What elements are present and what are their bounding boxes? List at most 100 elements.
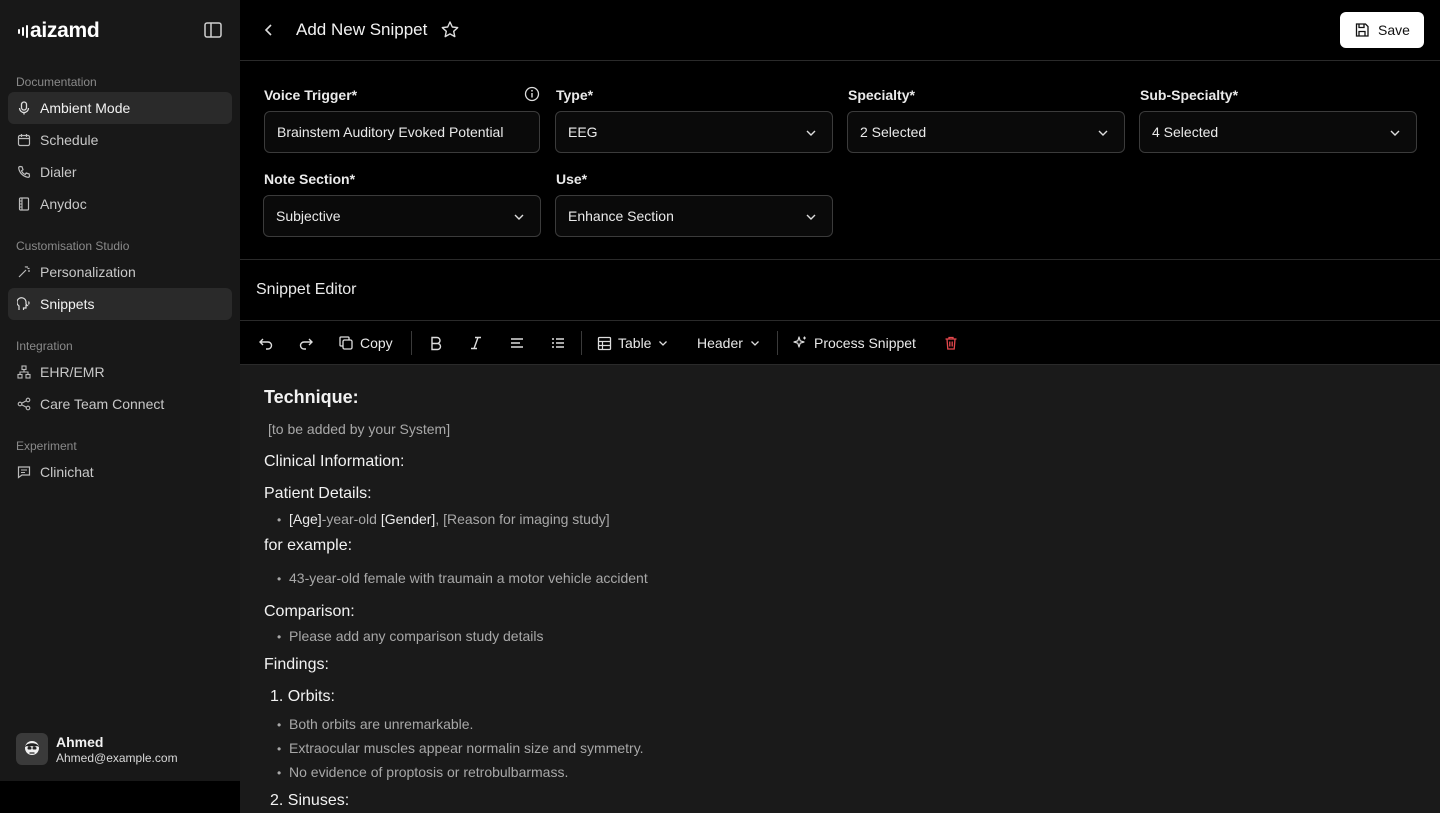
specialty-label: Specialty*	[848, 87, 915, 103]
sidebar-item-dialer[interactable]: Dialer	[8, 156, 232, 188]
network-icon	[16, 364, 32, 380]
sidebar-item-care-team-connect[interactable]: Care Team Connect	[8, 388, 232, 420]
sidebar-item-label: Personalization	[40, 264, 136, 280]
app-logo[interactable]: aizamd	[18, 19, 100, 43]
delete-trash-icon[interactable]	[943, 333, 959, 353]
voice-trigger-input[interactable]: Brainstem Auditory Evoked Potential	[264, 111, 540, 153]
user-profile[interactable]: Ahmed Ahmed@example.com	[16, 733, 178, 765]
comparison-heading: Comparison:	[264, 603, 355, 620]
section-documentation: Documentation	[16, 75, 97, 89]
header-dropdown[interactable]: Header	[697, 333, 761, 353]
type-select[interactable]: EEG	[555, 111, 833, 153]
bullet: •	[277, 630, 282, 644]
orbits-item: Extraocular muscles appear normalin size…	[289, 740, 644, 756]
sidebar-item-label: Schedule	[40, 132, 99, 148]
header-bar: Add New Snippet Save	[240, 0, 1440, 61]
editor-toolbar: Copy Table Header Process Snippet	[240, 321, 1440, 365]
editor-title: Snippet Editor	[256, 281, 357, 298]
bullet: •	[277, 513, 282, 527]
reason-placeholder: , [Reason for imaging study]	[435, 511, 610, 527]
sidebar-item-schedule[interactable]: Schedule	[8, 124, 232, 156]
patient-mid-text: -year-old	[321, 511, 381, 527]
star-icon[interactable]	[440, 20, 460, 40]
gender-placeholder: [Gender]	[380, 511, 436, 527]
redo-icon[interactable]	[298, 333, 314, 353]
avatar	[16, 733, 48, 765]
logo-text: aizamd	[30, 19, 100, 42]
sidebar-item-label: Care Team Connect	[40, 396, 165, 412]
note-section-value: Subjective	[276, 208, 341, 224]
use-value: Enhance Section	[568, 208, 674, 224]
section-integration: Integration	[16, 339, 73, 353]
technique-text: [to be added by your System]	[268, 421, 451, 437]
process-snippet-label: Process Snippet	[814, 335, 916, 351]
comparison-text: Please add any comparison study details	[289, 628, 544, 644]
chevron-down-icon	[659, 341, 668, 346]
process-snippet-button[interactable]: Process Snippet	[792, 333, 916, 353]
chevron-down-icon	[806, 130, 816, 136]
toolbar-divider	[777, 331, 778, 355]
back-chevron-icon[interactable]	[260, 21, 278, 39]
sidebar-item-clinichat[interactable]: Clinichat	[8, 456, 232, 488]
type-label: Type*	[556, 87, 594, 103]
sidebar-item-label: EHR/EMR	[40, 364, 105, 380]
chevron-down-icon	[750, 341, 759, 346]
use-label: Use*	[556, 171, 588, 187]
sidebar-item-ambient-mode[interactable]: Ambient Mode	[8, 92, 232, 124]
share-icon	[16, 396, 32, 412]
note-section-label: Note Section*	[264, 171, 356, 187]
save-button[interactable]: Save	[1340, 12, 1424, 48]
chevron-down-icon	[1390, 130, 1400, 136]
sidebar-item-label: Dialer	[40, 164, 77, 180]
bullet: •	[277, 718, 282, 732]
copy-icon	[339, 336, 353, 350]
technique-heading: Technique:	[264, 387, 359, 407]
logo-bars-icon	[18, 21, 28, 41]
info-icon[interactable]	[524, 86, 540, 102]
header-label: Header	[697, 335, 743, 351]
note-section-select[interactable]: Subjective	[263, 195, 541, 237]
sidebar-item-personalization[interactable]: Personalization	[8, 256, 232, 288]
toolbar-divider	[411, 331, 412, 355]
sidebar-toggle-icon[interactable]	[204, 21, 222, 39]
calendar-icon	[16, 132, 32, 148]
section-experiment: Experiment	[16, 439, 77, 453]
sinuses-heading: 2. Sinuses:	[270, 792, 350, 809]
page-title: Add New Snippet	[296, 20, 428, 39]
table-dropdown[interactable]: Table	[597, 333, 669, 353]
voice-trigger-value: Brainstem Auditory Evoked Potential	[277, 124, 504, 140]
editor-content[interactable]: Technique: [to be added by your System] …	[240, 365, 1440, 813]
specialty-value: 2 Selected	[860, 124, 927, 140]
align-left-icon[interactable]	[509, 333, 525, 353]
sidebar-item-ehr-emr[interactable]: EHR/EMR	[8, 356, 232, 388]
user-name: Ahmed	[56, 733, 104, 750]
age-placeholder: [Age]	[289, 511, 322, 527]
magic-wand-icon	[16, 264, 32, 280]
bold-icon[interactable]	[428, 333, 444, 353]
bullet: •	[277, 572, 282, 586]
sub-specialty-select[interactable]: 4 Selected	[1139, 111, 1417, 153]
phone-icon	[16, 164, 32, 180]
type-value: EEG	[568, 124, 598, 140]
sub-specialty-value: 4 Selected	[1152, 124, 1219, 140]
mic-icon	[16, 100, 32, 116]
undo-icon[interactable]	[258, 333, 274, 353]
sidebar-bottom-strip	[0, 781, 240, 813]
sidebar-item-anydoc[interactable]: Anydoc	[8, 188, 232, 220]
chevron-down-icon	[514, 214, 524, 220]
orbits-item: No evidence of proptosis or retrobulbarm…	[289, 764, 569, 780]
toolbar-divider	[581, 331, 582, 355]
voice-head-icon	[16, 296, 32, 312]
italic-icon[interactable]	[468, 333, 484, 353]
bullet: •	[277, 766, 282, 780]
use-select[interactable]: Enhance Section	[555, 195, 833, 237]
user-email: Ahmed@example.com	[56, 750, 178, 765]
table-icon	[597, 336, 612, 350]
example-text: 43-year-old female with traumain a motor…	[289, 570, 648, 586]
sidebar-item-snippets[interactable]: Snippets	[8, 288, 232, 320]
patient-heading: Patient Details:	[264, 485, 372, 502]
table-label: Table	[618, 335, 652, 351]
list-icon[interactable]	[550, 333, 566, 353]
specialty-select[interactable]: 2 Selected	[847, 111, 1125, 153]
copy-button[interactable]: Copy	[338, 333, 393, 353]
